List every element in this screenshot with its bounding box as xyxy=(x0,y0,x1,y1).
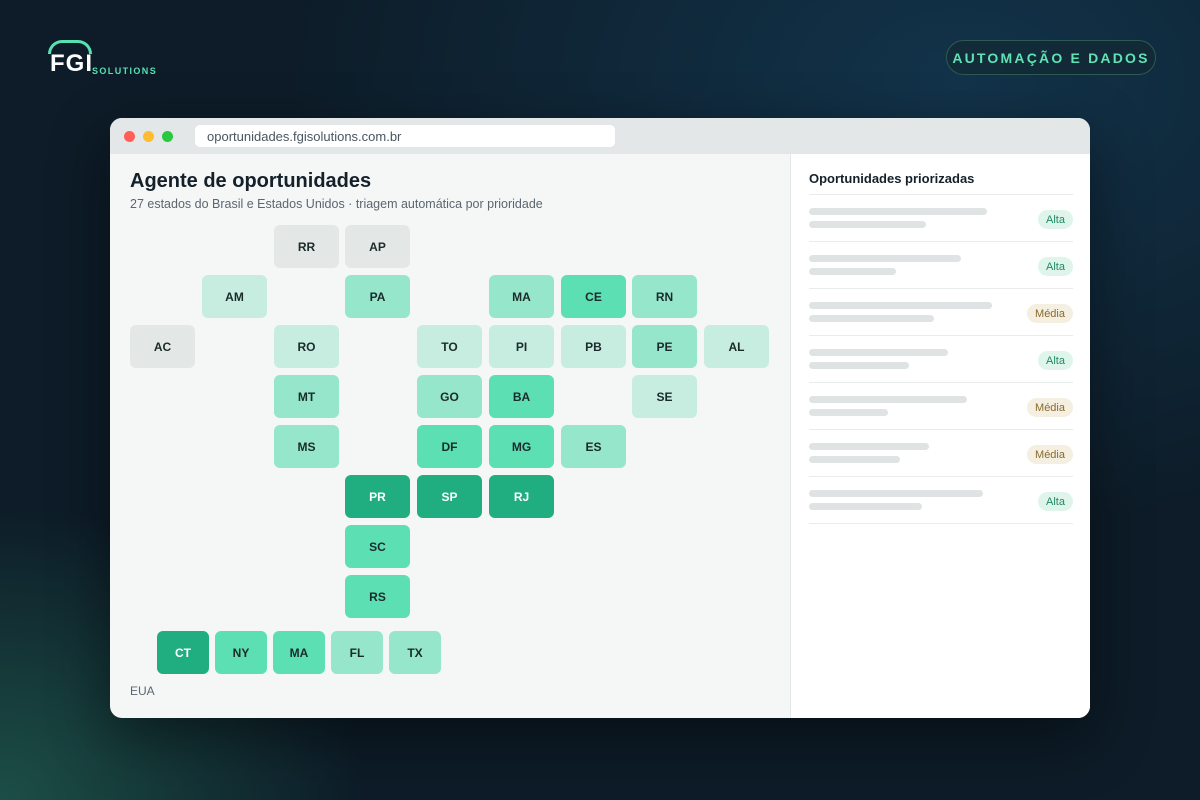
fgi-logo: FGI SOLUTIONS xyxy=(48,40,158,80)
us-label: EUA xyxy=(130,684,155,698)
state-tile-mg[interactable]: MG xyxy=(489,425,554,468)
map-pane: Agente de oportunidades 27 estados do Br… xyxy=(110,154,790,718)
priority-badge: Alta xyxy=(1038,351,1073,370)
state-tile-ma[interactable]: MA xyxy=(489,275,554,318)
state-tile-sp[interactable]: SP xyxy=(417,475,482,518)
state-tile-pa[interactable]: PA xyxy=(345,275,410,318)
state-tile-go[interactable]: GO xyxy=(417,375,482,418)
us-state-tile-ct[interactable]: CT xyxy=(157,631,209,674)
browser-window: oportunidades.fgisolutions.com.br Agente… xyxy=(110,118,1090,718)
state-tile-pi[interactable]: PI xyxy=(489,325,554,368)
close-window-button[interactable] xyxy=(124,130,135,142)
state-tile-am[interactable]: AM xyxy=(202,275,267,318)
skeleton-line xyxy=(809,490,983,497)
state-tile-es[interactable]: ES xyxy=(561,425,626,468)
state-tile-ce[interactable]: CE xyxy=(561,275,626,318)
state-tile-ms[interactable]: MS xyxy=(274,425,339,468)
skeleton-line xyxy=(809,208,987,215)
state-tile-df[interactable]: DF xyxy=(417,425,482,468)
header-tag: AUTOMAÇÃO E DADOS xyxy=(946,40,1156,75)
us-state-tile-fl[interactable]: FL xyxy=(331,631,383,674)
state-tile-pr[interactable]: PR xyxy=(345,475,410,518)
priority-badge: Alta xyxy=(1038,257,1073,276)
page-title: Agente de oportunidades xyxy=(130,170,372,192)
skeleton-line xyxy=(809,221,926,228)
state-tile-rr[interactable]: RR xyxy=(274,225,339,268)
priority-badge: Média xyxy=(1027,304,1073,323)
opportunity-row[interactable]: Alta xyxy=(809,195,1073,242)
state-tile-al[interactable]: AL xyxy=(704,325,769,368)
skeleton-line xyxy=(809,268,896,275)
opportunity-row[interactable]: Alta xyxy=(809,336,1073,383)
skeleton-line xyxy=(809,443,929,450)
state-tile-to[interactable]: TO xyxy=(417,325,482,368)
page-subtitle: 27 estados do Brasil e Estados Unidos · … xyxy=(130,197,543,211)
us-state-tile-ny[interactable]: NY xyxy=(215,631,267,674)
priority-panel: Oportunidades priorizadas Alta Alta Média A… xyxy=(790,154,1090,718)
priority-badge: Alta xyxy=(1038,210,1073,229)
skeleton-line xyxy=(809,255,961,262)
skeleton-line xyxy=(809,362,909,369)
logo-name: FGI xyxy=(50,50,93,77)
skeleton-line xyxy=(809,315,934,322)
opportunity-row[interactable]: Média xyxy=(809,430,1073,477)
skeleton-line xyxy=(809,409,888,416)
skeleton-line xyxy=(809,396,967,403)
us-state-tile-tx[interactable]: TX xyxy=(389,631,441,674)
us-state-tile-ma[interactable]: MA xyxy=(273,631,325,674)
panel-title: Oportunidades priorizadas xyxy=(809,171,975,186)
skeleton-line xyxy=(809,302,992,309)
state-tile-mt[interactable]: MT xyxy=(274,375,339,418)
priority-badge: Média xyxy=(1027,445,1073,464)
opportunity-row[interactable]: Alta xyxy=(809,477,1073,524)
skeleton-line xyxy=(809,503,922,510)
maximize-window-button[interactable] xyxy=(162,130,173,142)
opportunity-row[interactable]: Média xyxy=(809,383,1073,430)
state-tile-ro[interactable]: RO xyxy=(274,325,339,368)
state-tile-rj[interactable]: RJ xyxy=(489,475,554,518)
logo-subtitle: SOLUTIONS xyxy=(92,66,158,76)
state-tile-se[interactable]: SE xyxy=(632,375,697,418)
state-tile-pb[interactable]: PB xyxy=(561,325,626,368)
state-tile-ba[interactable]: BA xyxy=(489,375,554,418)
state-tile-rs[interactable]: RS xyxy=(345,575,410,618)
state-tile-rn[interactable]: RN xyxy=(632,275,697,318)
skeleton-line xyxy=(809,349,948,356)
url-bar[interactable]: oportunidades.fgisolutions.com.br xyxy=(195,125,615,147)
priority-badge: Alta xyxy=(1038,492,1073,511)
opportunity-row[interactable]: Média xyxy=(809,289,1073,336)
state-tile-ap[interactable]: AP xyxy=(345,225,410,268)
app-content: Agente de oportunidades 27 estados do Br… xyxy=(110,154,1090,718)
state-tile-ac[interactable]: AC xyxy=(130,325,195,368)
state-tile-pe[interactable]: PE xyxy=(632,325,697,368)
priority-badge: Média xyxy=(1027,398,1073,417)
opportunity-row[interactable]: Alta xyxy=(809,242,1073,289)
browser-titlebar: oportunidades.fgisolutions.com.br xyxy=(110,118,1090,154)
state-tile-sc[interactable]: SC xyxy=(345,525,410,568)
minimize-window-button[interactable] xyxy=(143,130,154,142)
skeleton-line xyxy=(809,456,900,463)
